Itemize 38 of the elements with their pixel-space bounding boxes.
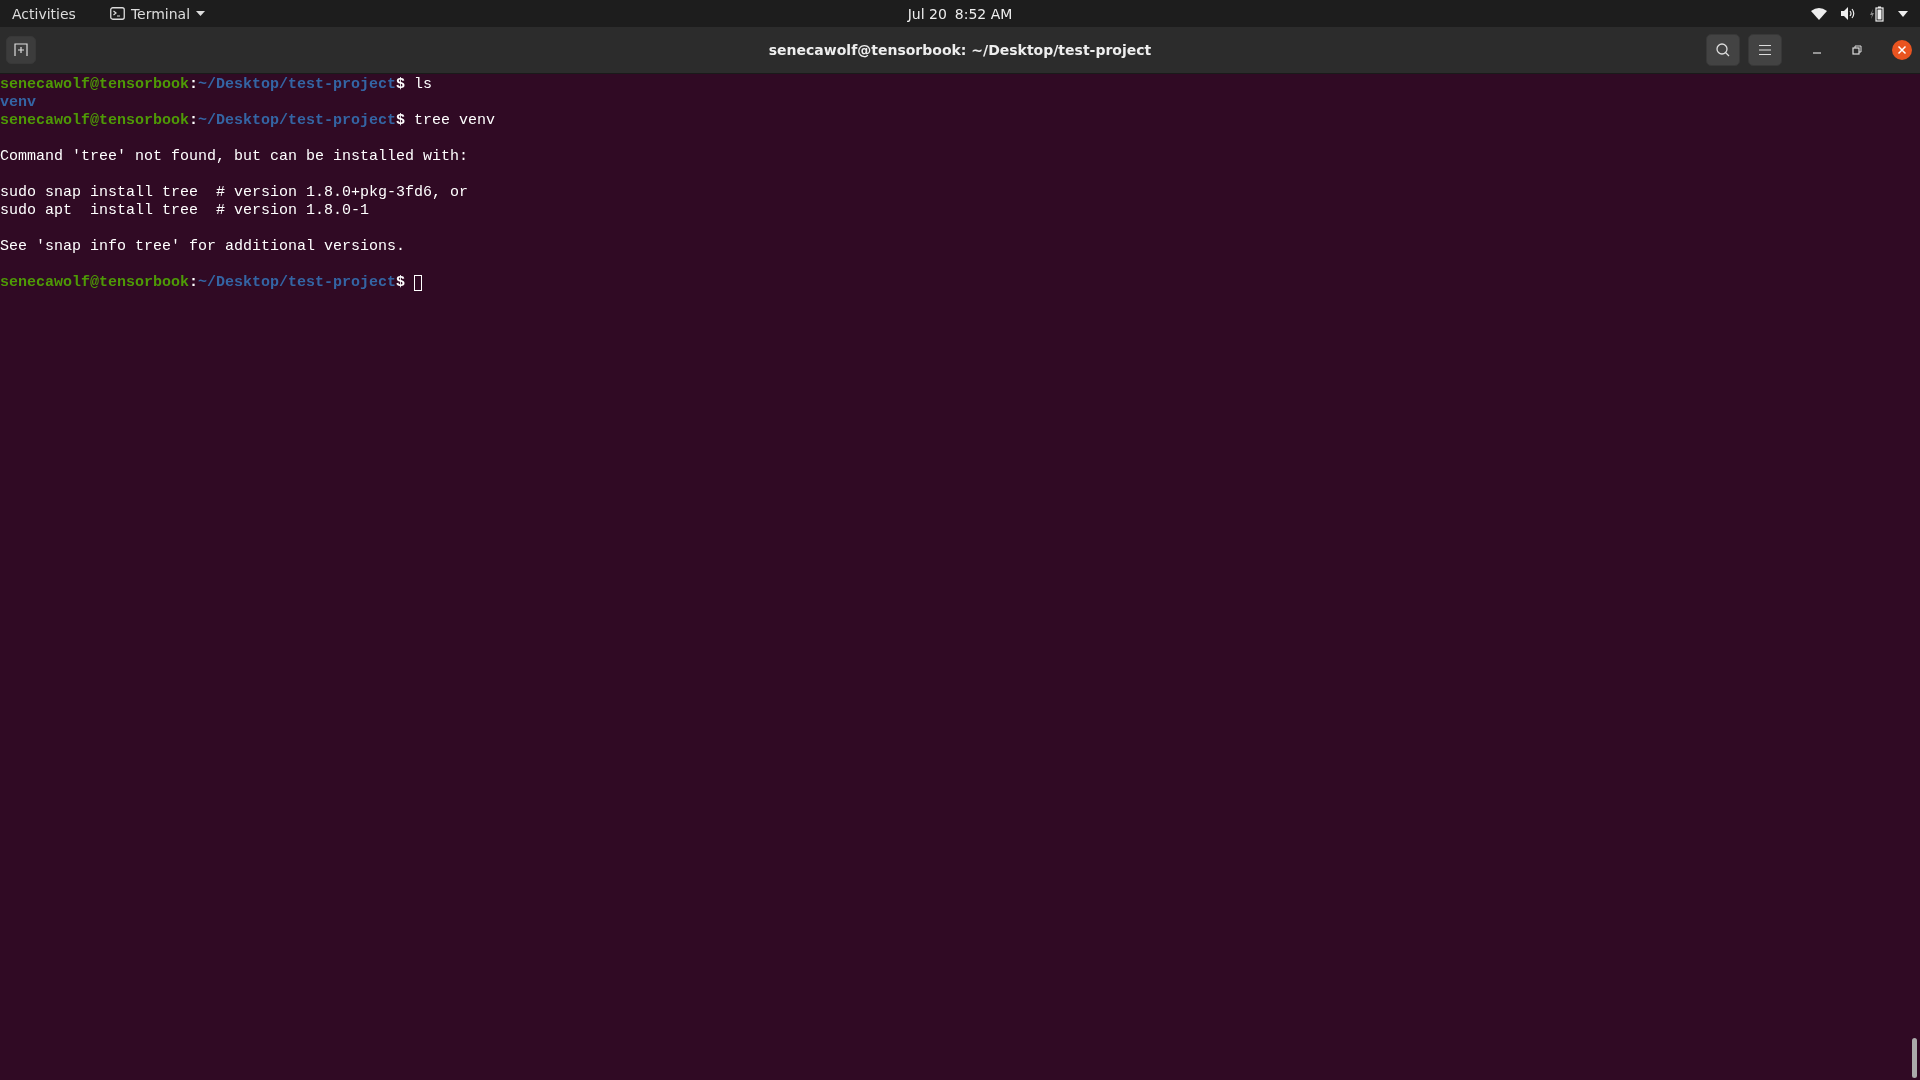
activities-button[interactable]: Activities: [12, 5, 76, 22]
prompt-path: ~/Desktop/test-project: [198, 76, 397, 94]
search-icon: [1715, 42, 1731, 58]
prompt-symbol: $: [396, 274, 406, 292]
command-text: tree venv: [414, 112, 496, 130]
prompt-user: senecawolf@tensorbook: [0, 274, 190, 292]
scrollbar-thumb[interactable]: [1912, 1038, 1917, 1078]
output-text: sudo apt install tree # version 1.8.0-1: [0, 202, 370, 220]
directory-name: venv: [0, 94, 36, 112]
close-button[interactable]: [1892, 40, 1912, 60]
caret-icon: [196, 11, 206, 16]
prompt-separator: :: [189, 112, 199, 130]
prompt-separator: :: [189, 274, 199, 292]
prompt-user: senecawolf@tensorbook: [0, 112, 190, 130]
new-tab-button[interactable]: [6, 36, 36, 64]
battery-icon[interactable]: [1870, 5, 1884, 22]
menu-icon: [1758, 44, 1772, 56]
wifi-icon[interactable]: [1811, 7, 1827, 20]
output-text: sudo snap install tree # version 1.8.0+pkg-3fd6, or: [0, 184, 469, 202]
prompt-separator: :: [189, 76, 199, 94]
menu-button[interactable]: [1748, 34, 1782, 66]
app-menu[interactable]: Terminal: [130, 5, 191, 22]
volume-icon[interactable]: [1841, 7, 1856, 20]
search-button[interactable]: [1706, 34, 1740, 66]
prompt-path: ~/Desktop/test-project: [198, 112, 397, 130]
caret-icon[interactable]: [1898, 10, 1908, 17]
maximize-button[interactable]: [1852, 45, 1862, 55]
new-tab-icon: [14, 43, 28, 57]
prompt-symbol: $: [396, 112, 406, 130]
command-text: ls: [414, 76, 433, 94]
output-text: Command 'tree' not found, but can be installed with:: [0, 148, 469, 166]
prompt-path: ~/Desktop/test-project: [198, 274, 397, 292]
clock[interactable]: Jul 20 8:52 AM: [907, 5, 1013, 22]
terminal-icon: [109, 7, 125, 20]
prompt-symbol: $: [396, 76, 406, 94]
output-text: See 'snap info tree' for additional versions.: [0, 238, 406, 256]
prompt-user: senecawolf@tensorbook: [0, 76, 190, 94]
window-title: senecawolf@tensorbook: ~/Desktop/test-project: [768, 42, 1152, 58]
